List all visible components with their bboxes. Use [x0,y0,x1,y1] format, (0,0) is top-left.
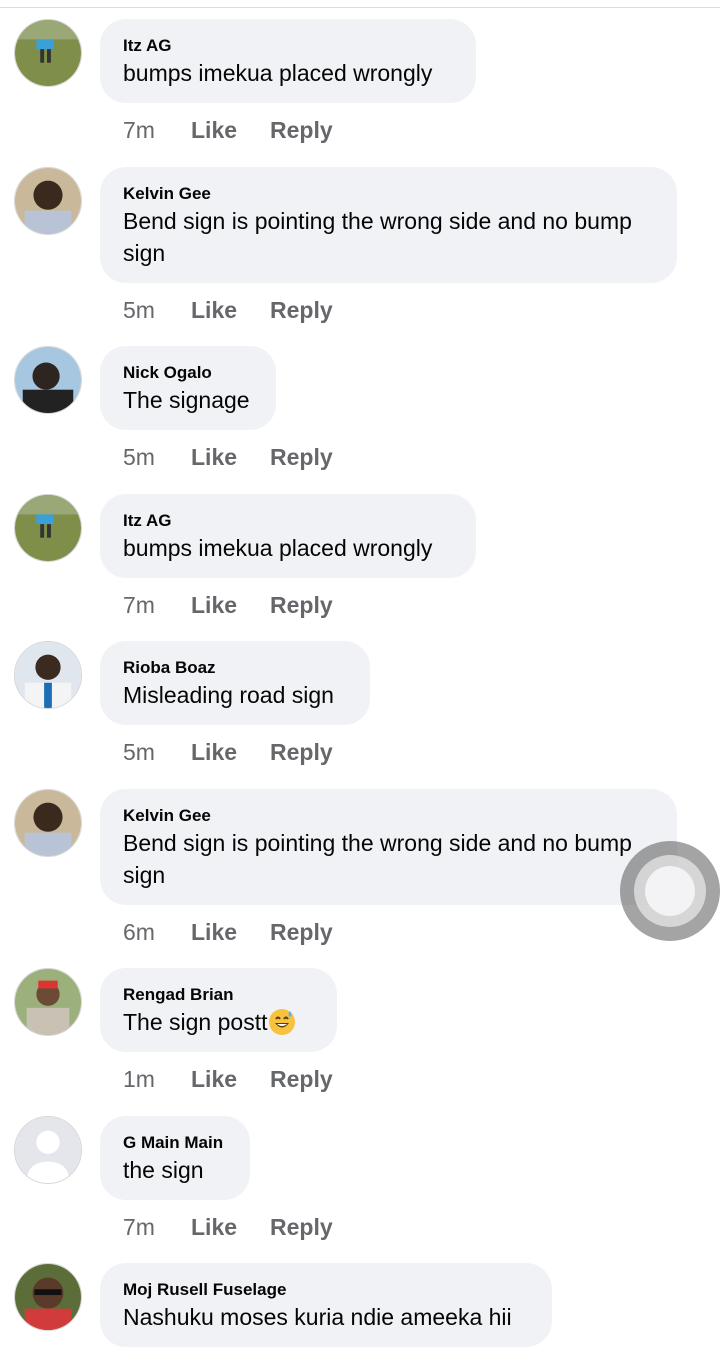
comment-time[interactable]: 5m [123,295,155,325]
comment-text-content: The sign postt [123,1009,268,1035]
avatar[interactable] [14,494,82,562]
reply-button[interactable]: Reply [270,917,333,947]
assistive-touch-core [645,866,695,916]
comment-time[interactable]: 7m [123,1212,155,1242]
like-button[interactable]: Like [191,442,237,472]
comment-text: bumps imekua placed wrongly [123,535,433,561]
avatar[interactable] [14,641,82,709]
comment-text: the sign [123,1157,204,1183]
reply-button[interactable]: Reply [270,1064,333,1094]
reply-button[interactable]: Reply [270,295,333,325]
top-divider [0,7,720,8]
comment-bubble: Nick Ogalo The signage [100,346,276,430]
like-button[interactable]: Like [191,590,237,620]
avatar[interactable] [14,346,82,414]
avatar[interactable] [14,1116,82,1184]
comment-author[interactable]: Rengad Brian [123,984,313,1006]
comment-time[interactable]: 5m [123,442,155,472]
comment-text: The sign postt [123,1006,313,1038]
comment-author[interactable]: Rioba Boaz [123,657,346,679]
comment-text: Bend sign is pointing the wrong side and… [123,208,632,266]
comment-author[interactable]: Moj Rusell Fuselage [123,1279,528,1301]
reply-button[interactable]: Reply [270,115,333,145]
reply-button[interactable]: Reply [270,1212,333,1242]
comment-time[interactable]: 1m [123,1064,155,1094]
like-button[interactable]: Like [191,1212,237,1242]
comment-text: The signage [123,387,250,413]
comment-text: Nashuku moses kuria ndie ameeka hii [123,1304,512,1330]
comment-time[interactable]: 7m [123,115,155,145]
comment-text: Misleading road sign [123,682,334,708]
comment-author[interactable]: Itz AG [123,510,452,532]
comment-bubble: Rioba Boaz Misleading road sign [100,641,370,725]
like-button[interactable]: Like [191,115,237,145]
reply-button[interactable]: Reply [270,442,333,472]
comment-time[interactable]: 5m [123,737,155,767]
comment-author[interactable]: G Main Main [123,1132,226,1154]
avatar[interactable] [14,167,82,235]
reply-button[interactable]: Reply [270,737,333,767]
comment-text: bumps imekua placed wrongly [123,60,433,86]
grinning-sweat-emoji [269,1009,296,1035]
assistive-touch-button[interactable] [620,841,720,941]
comment-bubble: Kelvin Gee Bend sign is pointing the wro… [100,789,677,905]
comment-bubble: G Main Main the sign [100,1116,250,1200]
comment-time[interactable]: 7m [123,590,155,620]
comment-author[interactable]: Kelvin Gee [123,183,653,205]
comment-author[interactable]: Nick Ogalo [123,362,252,384]
like-button[interactable]: Like [191,737,237,767]
comment-bubble: Itz AG bumps imekua placed wrongly [100,494,476,578]
comment-bubble: Kelvin Gee Bend sign is pointing the wro… [100,167,677,283]
comment-bubble: Rengad Brian The sign postt [100,968,337,1052]
avatar[interactable] [14,968,82,1036]
avatar[interactable] [14,1263,82,1331]
comment-author[interactable]: Kelvin Gee [123,805,653,827]
like-button[interactable]: Like [191,917,237,947]
comment-author[interactable]: Itz AG [123,35,452,57]
comment-bubble: Moj Rusell Fuselage Nashuku moses kuria … [100,1263,552,1347]
reply-button[interactable]: Reply [270,590,333,620]
comment-text: Bend sign is pointing the wrong side and… [123,830,632,888]
like-button[interactable]: Like [191,1064,237,1094]
comment-bubble: Itz AG bumps imekua placed wrongly [100,19,476,103]
avatar[interactable] [14,19,82,87]
avatar[interactable] [14,789,82,857]
like-button[interactable]: Like [191,295,237,325]
comment-time[interactable]: 6m [123,917,155,947]
